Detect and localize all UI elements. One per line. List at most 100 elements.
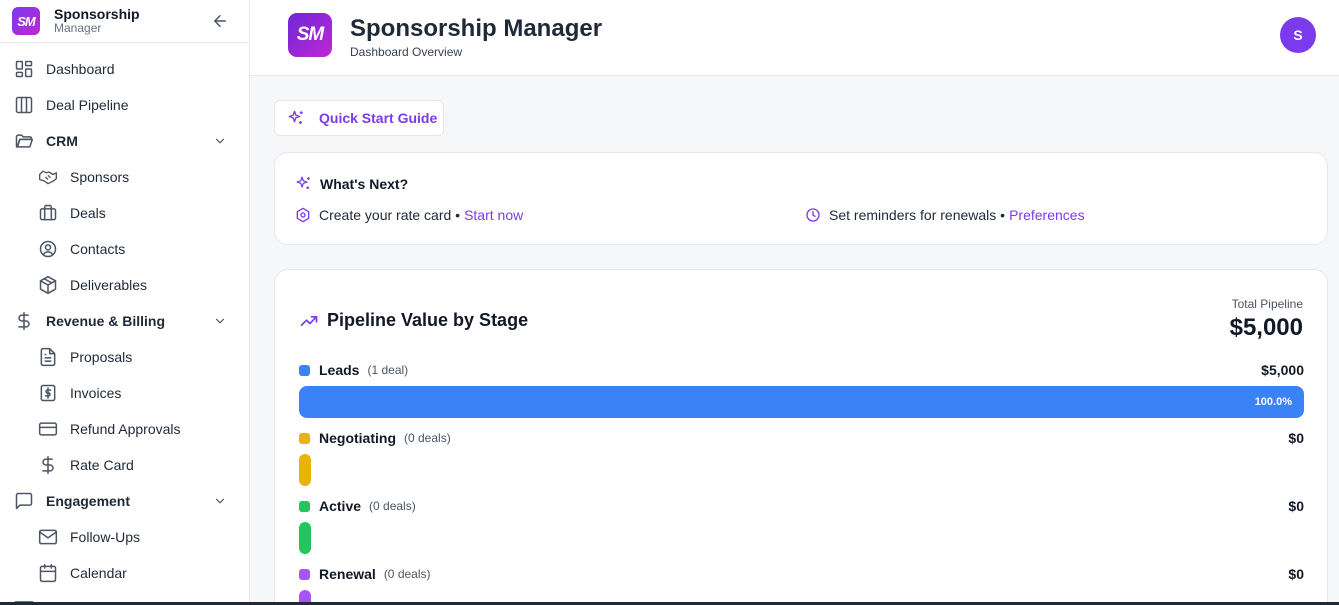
stage-value: $0 — [1288, 566, 1304, 582]
stage-bar[interactable] — [299, 454, 311, 486]
start-now-link[interactable]: Start now — [464, 207, 523, 223]
hexagon-settings-icon — [296, 207, 310, 223]
message-square-icon — [14, 491, 34, 511]
pipeline-title: Pipeline Value by Stage — [299, 310, 528, 331]
sidebar-header: SM Sponsorship Manager — [0, 0, 249, 43]
sidebar-item-refund-approvals[interactable]: Refund Approvals — [0, 411, 249, 447]
sidebar-item-label: Engagement — [46, 493, 131, 509]
sidebar-group-revenue-billing[interactable]: Revenue & Billing — [0, 303, 249, 339]
sidebar-item-label: Refund Approvals — [70, 421, 181, 437]
dollar-icon — [38, 455, 58, 475]
stage-name: Active — [319, 498, 362, 514]
next-step-reminders: Set reminders for renewals • Preferences — [805, 207, 1085, 223]
total-pipeline-label: Total Pipeline — [1231, 297, 1303, 311]
sparkles-icon — [288, 110, 303, 124]
sidebar-item-follow-ups[interactable]: Follow-Ups — [0, 519, 249, 555]
sidebar-item-label: Proposals — [70, 349, 133, 365]
stage-name: Renewal — [319, 566, 376, 582]
calendar-icon — [38, 563, 58, 583]
stage-leads: Leads (1 deal) $5,000 100.0% — [299, 360, 1304, 418]
stage-active: Active (0 deals) $0 — [299, 496, 1304, 554]
sidebar-item-label: Deliverables — [70, 277, 148, 293]
stage-color-dot — [299, 500, 310, 512]
stage-name: Negotiating — [319, 430, 396, 446]
whats-next-card: What's Next? Create your rate card • Sta… — [274, 152, 1328, 245]
header-logo: SM — [288, 13, 332, 57]
file-text-icon — [38, 347, 58, 367]
sidebar-item-label: Calendar — [70, 565, 127, 581]
sidebar-item-deal-pipeline[interactable]: Deal Pipeline — [0, 87, 249, 123]
briefcase-icon — [38, 203, 58, 223]
trending-up-icon — [300, 315, 318, 326]
sidebar-item-deals[interactable]: Deals — [0, 195, 249, 231]
stage-color-dot — [299, 568, 310, 580]
next-step-text: Set reminders for renewals • — [829, 207, 1006, 223]
sidebar-item-label: Invoices — [70, 385, 122, 401]
sidebar-item-dashboard[interactable]: Dashboard — [0, 51, 249, 87]
sidebar-item-rate-card[interactable]: Rate Card — [0, 447, 249, 483]
sidebar-item-proposals[interactable]: Proposals — [0, 339, 249, 375]
stage-color-dot — [299, 432, 310, 444]
stage-count: (0 deals) — [383, 567, 431, 581]
stage-value: $5,000 — [1261, 362, 1304, 378]
folder-icon — [14, 131, 34, 151]
sidebar-item-label: CRM — [46, 133, 78, 149]
chevron-down-icon[interactable] — [213, 314, 227, 328]
sidebar-item-deliverables[interactable]: Deliverables — [0, 267, 249, 303]
stage-count: (0 deals) — [404, 431, 451, 445]
stage-bar-percent: 100.0% — [1254, 396, 1292, 408]
page-title: Sponsorship Manager — [350, 15, 603, 42]
pipeline-value-card: Pipeline Value by Stage Total Pipeline $… — [274, 269, 1328, 605]
sidebar-item-label: Revenue & Billing — [46, 313, 166, 329]
user-circle-icon — [38, 239, 58, 259]
page-subtitle: Dashboard Overview — [350, 45, 463, 59]
quick-start-label: Quick Start Guide — [319, 110, 438, 126]
stage-bar[interactable]: 100.0% — [299, 386, 1304, 418]
whats-next-heading: What's Next? — [320, 175, 409, 192]
stage-bar[interactable] — [299, 522, 311, 554]
stage-color-dot — [299, 364, 310, 376]
receipt-icon — [38, 383, 58, 403]
sidebar-group-engagement[interactable]: Engagement — [0, 483, 249, 519]
columns-icon — [14, 95, 34, 115]
sidebar-item-label: Sponsors — [70, 169, 130, 185]
app-logo[interactable]: SM — [12, 7, 40, 35]
chevron-down-icon[interactable] — [213, 494, 227, 508]
arrow-left-icon[interactable] — [211, 12, 229, 30]
total-pipeline-value: $5,000 — [1229, 314, 1303, 341]
sidebar-nav: Dashboard Deal Pipeline CRM Sponsors Dea… — [0, 43, 249, 591]
next-step-text: Create your rate card • — [319, 207, 461, 223]
stage-negotiating: Negotiating (0 deals) $0 — [299, 428, 1304, 486]
preferences-link[interactable]: Preferences — [1009, 207, 1084, 223]
pipeline-heading: Pipeline Value by Stage — [327, 310, 529, 330]
stage-renewal: Renewal (0 deals) $0 — [299, 564, 1304, 605]
package-icon — [38, 275, 58, 295]
sidebar: SM Sponsorship Manager Dashboard Deal Pi… — [0, 0, 250, 605]
stage-count: (0 deals) — [369, 499, 416, 513]
logo-text: SM — [296, 24, 324, 45]
sidebar-item-calendar[interactable]: Calendar — [0, 555, 249, 591]
credit-card-icon — [38, 419, 58, 439]
handshake-icon — [38, 167, 58, 187]
stage-count: (1 deal) — [367, 363, 409, 377]
next-step-rate-card: Create your rate card • Start now — [295, 207, 523, 223]
sidebar-item-label: Contacts — [70, 241, 126, 257]
mail-icon — [38, 527, 58, 547]
stage-value: $0 — [1288, 498, 1304, 514]
quick-start-button[interactable]: Quick Start Guide — [274, 100, 444, 136]
brand-subtitle: Manager — [54, 21, 102, 36]
whats-next-title: What's Next? — [295, 175, 408, 192]
dollar-icon — [14, 311, 34, 331]
sidebar-item-label: Deal Pipeline — [46, 97, 129, 113]
sidebar-group-crm[interactable]: CRM — [0, 123, 249, 159]
chevron-down-icon[interactable] — [213, 134, 227, 148]
brand-title: Sponsorship — [54, 6, 140, 23]
clock-icon — [806, 208, 820, 222]
sidebar-item-sponsors[interactable]: Sponsors — [0, 159, 249, 195]
sidebar-item-invoices[interactable]: Invoices — [0, 375, 249, 411]
stage-name: Leads — [319, 362, 360, 378]
sidebar-item-label: Deals — [70, 205, 106, 221]
avatar[interactable]: S — [1280, 17, 1316, 53]
logo-text: SM — [17, 13, 35, 29]
sidebar-item-contacts[interactable]: Contacts — [0, 231, 249, 267]
